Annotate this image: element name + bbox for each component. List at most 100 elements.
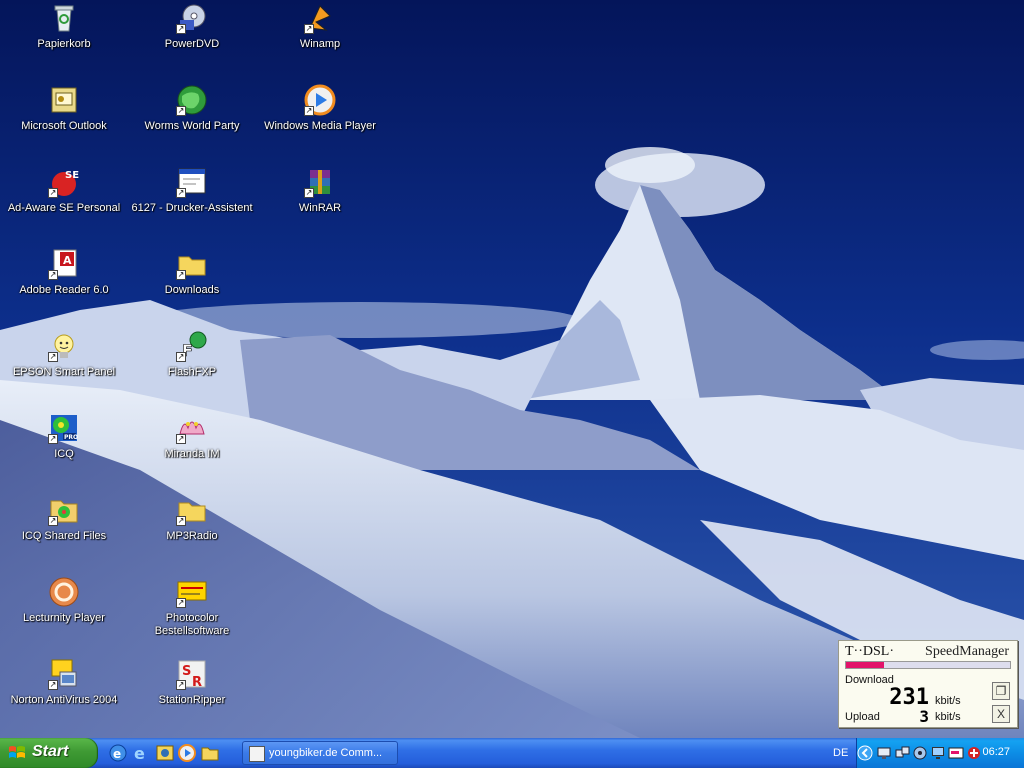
svg-text:e: e [113, 747, 121, 761]
desktop-icon-label: Winamp [299, 38, 341, 50]
desktop-icon-label: Norton AntiVirus 2004 [10, 694, 118, 706]
close-icon: X [996, 707, 1005, 721]
quick-launch-outlook-express-icon[interactable] [155, 743, 175, 763]
desktop-icon-adobe-reader[interactable]: A ↗ Adobe Reader 6.0 [0, 248, 128, 328]
show-hidden-icons-button[interactable] [857, 745, 873, 761]
shortcut-arrow-icon: ↗ [176, 352, 186, 362]
desktop-icon-downloads[interactable]: ↗ Downloads [128, 248, 256, 328]
winrar-icon: ↗ [304, 166, 336, 198]
monitor-icon[interactable] [930, 745, 946, 761]
desktop-icon-windows-media-player[interactable]: ↗ Windows Media Player [256, 84, 384, 164]
winamp-icon: ↗ [304, 2, 336, 34]
quick-launch-ie-icon[interactable]: e [108, 743, 128, 763]
desktop-icon-label: Photocolor Bestellsoftware [154, 612, 230, 637]
desktop-icon-icq[interactable]: PRO ↗ ICQ [0, 412, 128, 492]
shortcut-arrow-icon: ↗ [304, 24, 314, 34]
connection-icon[interactable] [894, 745, 910, 761]
quick-launch-media-player-icon[interactable] [177, 743, 197, 763]
svg-text:PRO: PRO [64, 434, 78, 441]
language-indicator[interactable]: DE [833, 747, 848, 759]
desktop-icon-drucker-assistent[interactable]: ↗ 6127 - Drucker-Assistent [128, 166, 256, 246]
desktop-icon-flashfxp[interactable]: F ↗ FlashFXP [128, 330, 256, 410]
upload-unit: kbit/s [935, 711, 961, 723]
desktop-icon-winamp[interactable]: ↗ Winamp [256, 2, 384, 82]
desktop-icon-label: StationRipper [158, 694, 226, 706]
browser-window-icon [249, 746, 265, 762]
adobe-reader-icon: A ↗ [48, 248, 80, 280]
desktop-icon-label: FlashFXP [167, 366, 217, 378]
printer-assistant-icon: ↗ [176, 166, 208, 198]
desktop-icon-label: Adobe Reader 6.0 [19, 284, 109, 296]
shortcut-arrow-icon: ↗ [304, 188, 314, 198]
lecturnity-icon [48, 576, 80, 608]
desktop-icon-label: Miranda IM [164, 448, 220, 460]
download-unit: kbit/s [935, 695, 961, 707]
antivirus-tray-icon[interactable] [966, 745, 982, 761]
recycle-bin-icon [48, 2, 80, 34]
quick-launch-internet-explorer-icon[interactable]: e [132, 743, 152, 763]
desktop-icon-label: Lecturnity Player [23, 612, 105, 624]
tdsl-logo: T··DSL· [845, 644, 894, 659]
desktop-icon-norton-antivirus[interactable]: ↗ Norton AntiVirus 2004 [0, 658, 128, 738]
desktop-icon-worms-world-party[interactable]: ↗ Worms World Party [128, 84, 256, 164]
desktop-icon-stationripper[interactable]: SR ↗ StationRipper [128, 658, 256, 738]
desktop-icon-label: Ad-Aware SE Personal [7, 202, 121, 214]
desktop-icon-label: Downloads [164, 284, 220, 296]
task-button-youngbiker[interactable]: youngbiker.de Comm... [242, 741, 398, 765]
shortcut-arrow-icon: ↗ [176, 188, 186, 198]
media-player-icon: ↗ [304, 84, 336, 116]
restore-button[interactable]: ❐ [992, 682, 1010, 700]
network-icon[interactable] [876, 745, 892, 761]
shortcut-arrow-icon: ↗ [176, 106, 186, 116]
task-button-label: youngbiker.de Comm... [269, 747, 383, 759]
shortcut-arrow-icon: ↗ [48, 270, 58, 280]
desktop-icon-label: EPSON Smart Panel [12, 366, 116, 378]
desktop-icon-mp3radio[interactable]: ↗ MP3Radio [128, 494, 256, 574]
desktop-icon-epson-smart-panel[interactable]: ↗ EPSON Smart Panel [0, 330, 128, 410]
desktop-icon-label: Windows Media Player [264, 120, 376, 132]
powerdvd-icon: ↗ [176, 2, 208, 34]
desktop-icon-photocolor[interactable]: ↗ Photocolor Bestellsoftware [128, 576, 256, 656]
shortcut-arrow-icon: ↗ [176, 516, 186, 526]
shortcut-arrow-icon: ↗ [176, 680, 186, 690]
volume-icon[interactable] [912, 745, 928, 761]
desktop-icon-icq-shared-files[interactable]: ↗ ICQ Shared Files [0, 494, 128, 574]
desktop-icon-miranda-im[interactable]: ↗ Miranda IM [128, 412, 256, 492]
desktop-icon-label: PowerDVD [164, 38, 220, 50]
upload-value: 3 [919, 707, 929, 726]
tdsl-speedmanager-tray-icon[interactable] [948, 745, 964, 761]
flashfxp-icon: F ↗ [176, 330, 208, 362]
desktop-icon-label: ICQ [54, 448, 74, 460]
desktop-icon-label: Worms World Party [144, 120, 240, 132]
clock[interactable]: 06:27 [982, 746, 1010, 758]
desktop[interactable]: Papierkorb ↗ PowerDVD ↗ Winamp Microsoft… [0, 0, 1024, 738]
adaware-icon: SE ↗ [48, 166, 80, 198]
desktop-icon-outlook[interactable]: Microsoft Outlook [0, 84, 128, 164]
desktop-icon-label: Papierkorb [37, 38, 91, 50]
desktop-icon-winrar[interactable]: ↗ WinRAR [256, 166, 384, 246]
upload-label: Upload [845, 711, 880, 723]
start-label: Start [32, 743, 69, 760]
taskbar: Start e e youngbiker.de Comm... DE 06:27 [0, 738, 1024, 768]
speed-manager-widget[interactable]: T··DSL· SpeedManager Download 231 kbit/s… [838, 640, 1018, 728]
icq-folder-icon: ↗ [48, 494, 80, 526]
windows-logo-icon [9, 746, 25, 758]
desktop-icon-papierkorb[interactable]: Papierkorb [0, 2, 128, 82]
download-bar [845, 661, 1011, 669]
icq-icon: PRO ↗ [48, 412, 80, 444]
desktop-icon-ad-aware[interactable]: SE ↗ Ad-Aware SE Personal [0, 166, 128, 246]
svg-text:e: e [134, 744, 145, 763]
shortcut-arrow-icon: ↗ [176, 598, 186, 608]
outlook-icon [48, 84, 80, 116]
svg-text:A: A [63, 254, 72, 267]
desktop-icon-powerdvd[interactable]: ↗ PowerDVD [128, 2, 256, 82]
start-button[interactable]: Start [0, 738, 98, 768]
desktop-icon-label: Microsoft Outlook [21, 120, 107, 132]
desktop-icon-lecturnity-player[interactable]: Lecturnity Player [0, 576, 128, 656]
shortcut-arrow-icon: ↗ [176, 434, 186, 444]
shortcut-arrow-icon: ↗ [48, 516, 58, 526]
shortcut-arrow-icon: ↗ [304, 106, 314, 116]
quick-launch-folder-icon[interactable] [200, 743, 220, 763]
shortcut-arrow-icon: ↗ [48, 352, 58, 362]
close-button[interactable]: X [992, 705, 1010, 723]
